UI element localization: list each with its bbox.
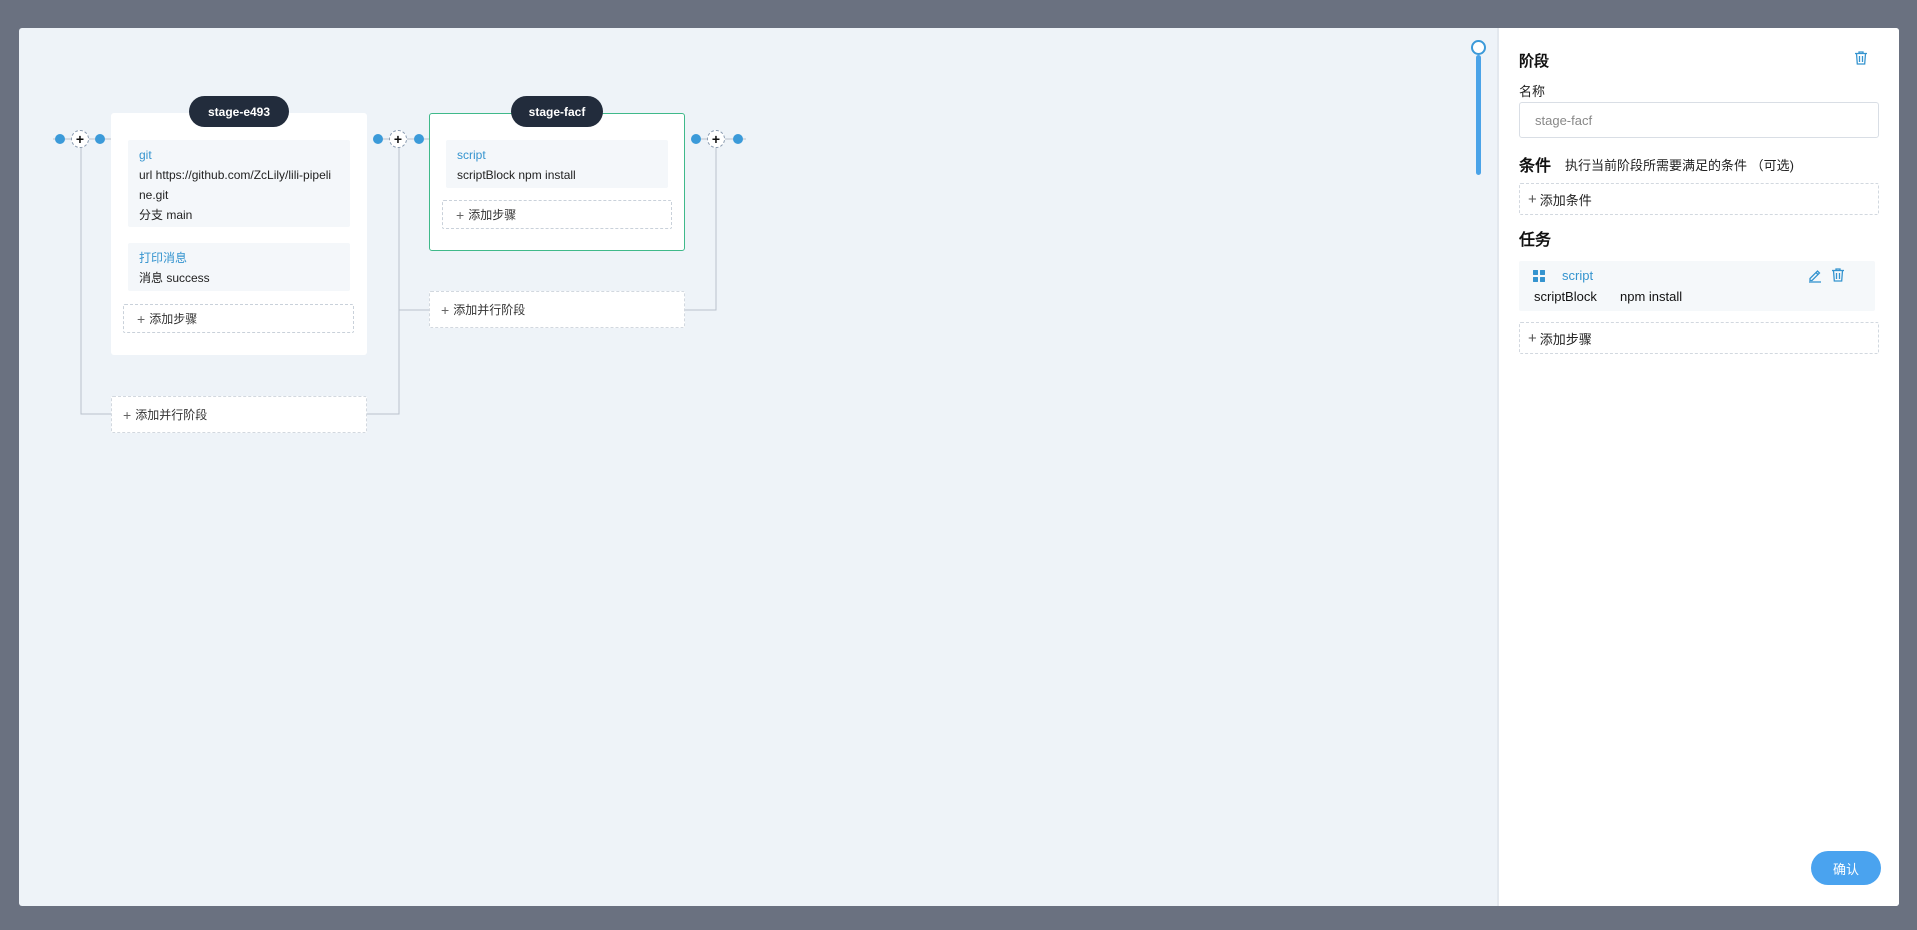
plus-icon: + (456, 206, 465, 223)
stage-config-panel: 阶段 名称 条件 执行当前阶段所需要满足的条件 （可选) + 添加条件 任务 (1497, 28, 1899, 906)
confirm-button[interactable]: 确认 (1811, 851, 1881, 885)
step-detail: ne.git (139, 188, 169, 202)
tasks-title: 任务 (1519, 232, 1552, 249)
add-condition-button[interactable]: + 添加条件 (1519, 183, 1879, 215)
plus-icon: + (1528, 190, 1537, 208)
task-item[interactable]: script scriptBlock npm install (1519, 261, 1875, 311)
plus-icon: + (441, 301, 450, 318)
panel-title: 阶段 (1519, 53, 1550, 70)
name-label: 名称 (1519, 84, 1546, 99)
add-parallel-label: 添加并行阶段 (453, 303, 526, 317)
add-step-label: 添加步骤 (149, 312, 198, 326)
add-parallel-label: 添加并行阶段 (135, 408, 208, 422)
add-parallel-stage-button[interactable]: + 添加并行阶段 (429, 291, 685, 328)
conditions-title: 条件 (1519, 158, 1552, 175)
add-parallel-stage-button[interactable]: + 添加并行阶段 (111, 396, 367, 433)
step-detail: url https://github.com/ZcLily/lili-pipel… (139, 168, 332, 182)
step-title: script (457, 148, 486, 162)
add-condition-label: 添加条件 (1539, 192, 1592, 208)
add-stage-node[interactable]: + (389, 130, 407, 148)
plus-icon: + (1528, 329, 1537, 347)
step-item-git[interactable]: git url https://github.com/ZcLily/lili-p… (128, 140, 350, 227)
step-detail: scriptBlock npm install (457, 168, 576, 182)
step-item-print-message[interactable]: 打印消息 消息 success (128, 243, 350, 291)
scrollbar-thumb[interactable] (1476, 55, 1481, 175)
connector-dot (691, 134, 701, 144)
trash-icon[interactable] (1830, 267, 1846, 286)
plus-icon: + (123, 406, 132, 423)
task-param-key: scriptBlock (1534, 289, 1597, 304)
step-detail: 消息 success (139, 271, 210, 285)
connector-dot (373, 134, 383, 144)
stage-name-pill[interactable]: stage-facf (511, 96, 603, 127)
add-step-button[interactable]: + 添加步骤 (123, 304, 354, 333)
add-step-button[interactable]: + 添加步骤 (442, 200, 672, 229)
add-step-label: 添加步骤 (468, 208, 517, 222)
add-step-label: 添加步骤 (1539, 331, 1592, 347)
trash-icon[interactable] (1853, 50, 1869, 69)
pipeline-editor-window: + stage-e493 git url https://github.com/… (19, 28, 1899, 906)
pipeline-canvas: + stage-e493 git url https://github.com/… (19, 28, 1497, 906)
connector-dot (414, 134, 424, 144)
connector-dot (733, 134, 743, 144)
add-stage-node[interactable]: + (71, 130, 89, 148)
step-title: 打印消息 (139, 251, 188, 265)
task-name: script (1562, 268, 1594, 283)
stage-name-input[interactable] (1519, 102, 1879, 138)
step-title: git (139, 148, 152, 162)
edit-icon[interactable] (1807, 267, 1823, 286)
step-detail: 分支 main (139, 208, 193, 222)
scroll-handle[interactable] (1471, 40, 1486, 55)
grid-drag-icon[interactable] (1533, 270, 1545, 285)
connector-dot (55, 134, 65, 144)
add-step-button[interactable]: + 添加步骤 (1519, 322, 1879, 354)
add-stage-node[interactable]: + (707, 130, 725, 148)
task-param-value: npm install (1620, 289, 1683, 304)
plus-icon: + (137, 310, 146, 327)
step-item-script[interactable]: script scriptBlock npm install (446, 140, 668, 188)
connector-dot (95, 134, 105, 144)
stage-name-pill[interactable]: stage-e493 (189, 96, 289, 127)
conditions-hint: 执行当前阶段所需要满足的条件 （可选) (1565, 158, 1794, 173)
